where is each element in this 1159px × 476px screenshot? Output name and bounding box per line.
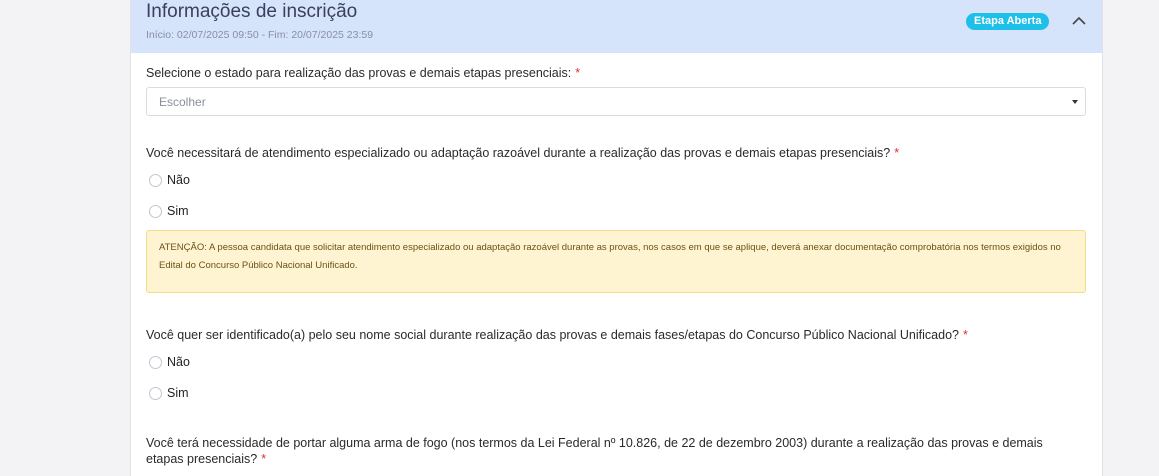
question-atendimento: Você necessitará de atendimento especial…	[146, 145, 1076, 161]
required-marker: *	[962, 328, 968, 342]
panel-header[interactable]: Informações de inscrição Início: 02/07/2…	[131, 0, 1102, 53]
question-arma-label: Você terá necessidade de portar alguma a…	[146, 436, 1043, 466]
question-estado: Selecione o estado para realização das p…	[146, 65, 1076, 81]
inscription-panel: Informações de inscrição Início: 02/07/2…	[130, 0, 1103, 476]
radio-circle-icon[interactable]	[149, 386, 162, 400]
caret-down-icon	[1072, 100, 1078, 104]
nome-social-radio-nao[interactable]: Não	[149, 355, 190, 369]
period-text: Início: 02/07/2025 09:50 - Fim: 20/07/20…	[146, 29, 374, 41]
required-marker: *	[261, 452, 267, 466]
radio-label: Sim	[167, 204, 189, 218]
panel-title: Informações de inscrição	[146, 1, 358, 22]
question-nome-social-label: Você quer ser identificado(a) pelo seu n…	[146, 328, 959, 342]
radio-label: Sim	[167, 386, 189, 400]
estado-select[interactable]: Escolher	[146, 87, 1086, 116]
question-atendimento-label: Você necessitará de atendimento especial…	[146, 146, 891, 160]
attention-alert: ATENÇÃO: A pessoa candidata que solicita…	[146, 230, 1086, 293]
radio-circle-icon[interactable]	[149, 173, 162, 187]
required-marker: *	[894, 146, 900, 160]
estado-select-value: Escolher	[159, 95, 206, 109]
status-badge: Etapa Aberta	[966, 13, 1050, 30]
chevron-up-icon[interactable]	[1069, 11, 1089, 31]
radio-circle-icon[interactable]	[149, 355, 162, 369]
nome-social-radio-sim[interactable]: Sim	[149, 386, 189, 400]
radio-label: Não	[167, 173, 190, 187]
radio-label: Não	[167, 355, 190, 369]
question-nome-social: Você quer ser identificado(a) pelo seu n…	[146, 327, 1076, 343]
question-arma: Você terá necessidade de portar alguma a…	[146, 435, 1076, 467]
atendimento-radio-nao[interactable]: Não	[149, 173, 190, 187]
question-estado-label: Selecione o estado para realização das p…	[146, 66, 572, 80]
radio-circle-icon[interactable]	[149, 204, 162, 218]
required-marker: *	[575, 66, 581, 80]
atendimento-radio-sim[interactable]: Sim	[149, 204, 189, 218]
